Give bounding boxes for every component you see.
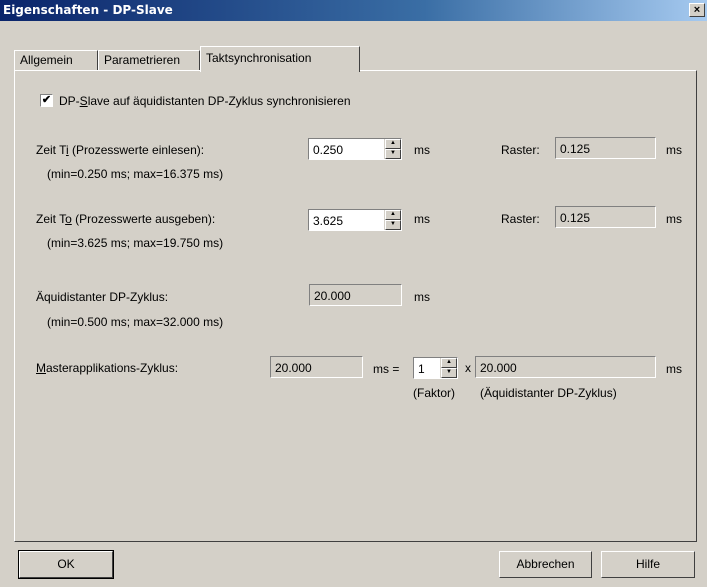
- to-value: 3.625: [313, 214, 344, 228]
- ti-raster-value: 0.125: [560, 142, 591, 156]
- tab-label: Parametrieren: [104, 53, 181, 67]
- factor-value: 1: [418, 362, 425, 376]
- properties-dialog: Eigenschaften - DP-Slave × Allgemein Par…: [0, 0, 707, 587]
- spin-down-icon[interactable]: ▼: [385, 149, 401, 159]
- ti-value: 0.250: [313, 143, 344, 157]
- master-cycle-field: 20.000: [270, 356, 363, 378]
- master-dp-field: 20.000: [475, 356, 656, 378]
- mnemonic: S: [79, 94, 88, 108]
- ti-label: Zeit Ti (Prozesswerte einlesen):: [36, 143, 204, 157]
- spin-up-icon[interactable]: ▲: [441, 358, 457, 368]
- master-cycle-value: 20.000: [275, 361, 312, 375]
- ti-raster-unit: ms: [666, 143, 682, 157]
- label-part: asterapplikations-Zyklus:: [46, 361, 179, 375]
- ti-range: (min=0.250 ms; max=16.375 ms): [47, 167, 224, 181]
- spin-down-icon[interactable]: ▼: [441, 368, 457, 378]
- master-cycle-label: Masterapplikations-Zyklus:: [36, 361, 178, 375]
- tab-label: Allgemein: [20, 53, 73, 67]
- spin-up-icon[interactable]: ▲: [385, 210, 401, 220]
- spin-up-icon[interactable]: ▲: [385, 139, 401, 149]
- dp-caption: (Äquidistanter DP-Zyklus): [480, 386, 617, 400]
- help-button[interactable]: Hilfe: [601, 551, 695, 578]
- to-raster-label: Raster:: [501, 212, 540, 226]
- to-raster-value: 0.125: [560, 211, 591, 225]
- times-sign: x: [465, 361, 471, 375]
- label-part: Zeit T: [36, 143, 67, 157]
- dp-cycle-value: 20.000: [314, 289, 351, 303]
- to-raster-field: 0.125: [555, 206, 656, 228]
- to-range: (min=3.625 ms; max=19.750 ms): [47, 236, 224, 250]
- ti-unit: ms: [414, 143, 430, 157]
- ti-raster-field: 0.125: [555, 137, 656, 159]
- to-label: Zeit To (Prozesswerte ausgeben):: [36, 212, 215, 226]
- mnemonic: o: [65, 212, 72, 226]
- dp-cycle-range: (min=0.500 ms; max=32.000 ms): [47, 315, 224, 329]
- to-raster-unit: ms: [666, 212, 682, 226]
- ok-button[interactable]: OK: [18, 550, 114, 579]
- tab-taktsynchronisation[interactable]: Taktsynchronisation: [200, 46, 360, 72]
- cancel-button[interactable]: Abbrechen: [499, 551, 592, 578]
- ti-raster-label: Raster:: [501, 143, 540, 157]
- master-dp-unit: ms: [666, 362, 682, 376]
- label-part: DP-: [59, 94, 80, 108]
- dp-cycle-unit: ms: [414, 290, 430, 304]
- tab-label: Taktsynchronisation: [206, 51, 312, 65]
- title-bar[interactable]: Eigenschaften - DP-Slave ×: [0, 0, 707, 21]
- to-spinner[interactable]: ▲ ▼: [384, 210, 401, 230]
- dp-cycle-label: Äquidistanter DP-Zyklus:: [36, 290, 169, 304]
- sync-checkbox-label[interactable]: DP-Slave auf äquidistanten DP-Zyklus syn…: [59, 94, 351, 108]
- label-part: Zeit T: [36, 212, 66, 226]
- sync-checkbox[interactable]: ✔: [40, 94, 53, 107]
- tab-parametrieren[interactable]: Parametrieren: [98, 50, 200, 71]
- dp-cycle-field: 20.000: [309, 284, 402, 306]
- master-cycle-unit-eq: ms =: [373, 362, 400, 376]
- close-button[interactable]: ×: [689, 3, 705, 17]
- window-title: Eigenschaften - DP-Slave: [3, 3, 173, 17]
- label-part: lave auf äquidistanten DP-Zyklus synchro…: [87, 94, 351, 108]
- master-dp-value: 20.000: [480, 361, 517, 375]
- ti-spinner[interactable]: ▲ ▼: [384, 139, 401, 159]
- factor-caption: (Faktor): [413, 386, 455, 400]
- label-part: (Prozesswerte einlesen):: [68, 143, 205, 157]
- spin-down-icon[interactable]: ▼: [385, 220, 401, 230]
- factor-spinner[interactable]: ▲ ▼: [440, 358, 457, 378]
- to-unit: ms: [414, 212, 430, 226]
- mnemonic: M: [36, 361, 46, 375]
- tab-allgemein[interactable]: Allgemein: [14, 50, 98, 71]
- label-part: (Prozesswerte ausgeben):: [71, 212, 216, 226]
